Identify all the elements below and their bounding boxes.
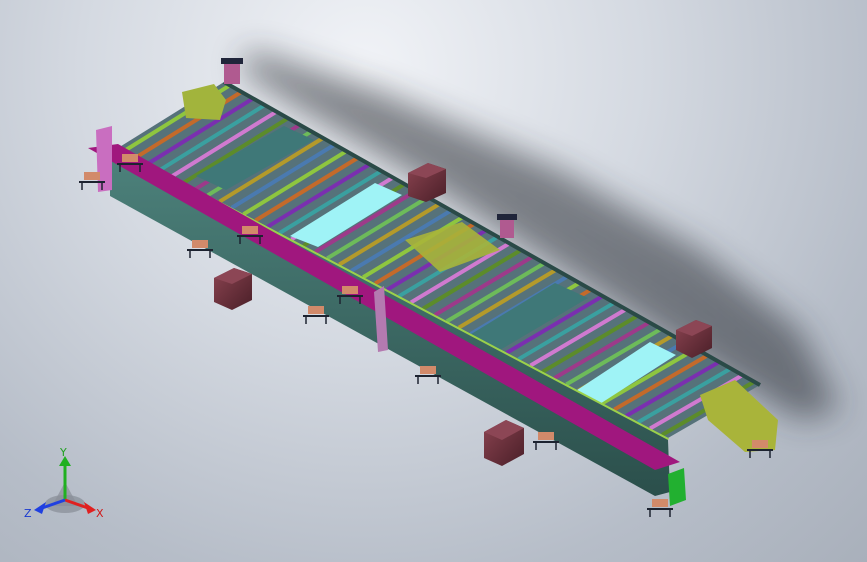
beam-end-cap (668, 468, 686, 506)
x-axis-label: X (96, 507, 104, 520)
conveyor-assembly-model[interactable] (0, 0, 867, 562)
top-post-1 (221, 58, 243, 84)
axis-triad[interactable]: Y X Z (22, 448, 106, 522)
top-post-2 (497, 214, 517, 238)
motor-box-1 (214, 268, 252, 310)
z-axis-label: Z (24, 507, 32, 520)
cad-viewport[interactable]: Y X Z (0, 0, 867, 562)
support-bracket (647, 499, 673, 517)
motor-box-3 (484, 420, 524, 466)
y-axis-label: Y (59, 448, 67, 459)
